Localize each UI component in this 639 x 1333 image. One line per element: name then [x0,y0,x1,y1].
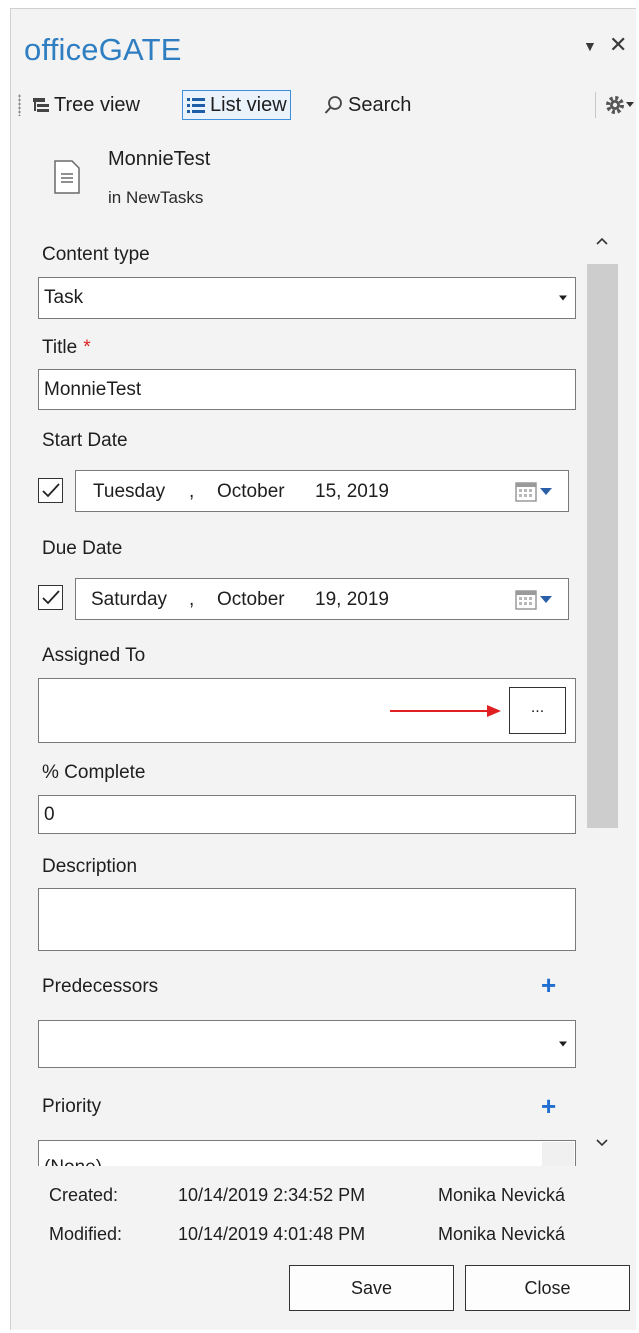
item-name: MonnieTest [108,148,211,170]
calendar-dropdown-icon[interactable] [515,589,563,611]
start-date-month: October [217,481,285,502]
tree-view-label: Tree view [54,93,140,116]
due-date-checkbox[interactable] [38,585,63,610]
title-input[interactable]: MonnieTest [38,369,576,410]
list-view-label: List view [210,93,287,116]
checkmark-icon [42,483,60,498]
checkmark-icon [42,590,60,605]
chevron-up-icon [596,237,608,245]
form-scrollbar[interactable] [583,222,621,1166]
tree-view-icon [33,98,49,112]
chevron-down-icon [559,295,567,301]
scrollbar-thumb[interactable] [587,264,618,828]
required-marker: * [83,337,91,358]
due-date-weekday: Saturday [91,589,168,610]
start-date-comma: , [189,481,195,502]
title-label-text: Title [42,337,78,358]
close-button[interactable]: Close [465,1265,630,1311]
document-icon [54,160,80,194]
list-view-button[interactable]: List view [182,90,291,120]
description-label: Description [42,856,138,877]
toolbar-separator [595,92,596,118]
priority-dropdown-button[interactable] [542,1142,574,1166]
content-type-value: Task [44,287,84,308]
chevron-down-icon [596,1139,608,1147]
browse-people-button[interactable]: ... [509,687,566,734]
start-date-day-year: 15, 2019 [315,481,389,502]
created-label: Created: [49,1185,119,1205]
modified-user: Monika Nevická [438,1224,566,1244]
content-type-label: Content type [42,244,150,265]
calendar-dropdown-icon[interactable] [515,481,563,503]
modified-label: Modified: [49,1224,123,1244]
priority-value: (None) [44,1157,102,1166]
app-title: officeGATE [24,32,182,67]
priority-select-clip: (None) [38,1140,576,1166]
due-date-month: October [217,589,285,610]
search-icon [324,96,342,114]
created-user: Monika Nevická [438,1185,566,1205]
gear-icon [606,96,624,114]
tree-view-button[interactable]: Tree view [28,90,144,120]
start-date-picker[interactable]: Tuesday , October 15, 2019 [75,470,569,512]
search-button[interactable]: Search [320,90,415,120]
due-date-label: Due Date [42,538,123,559]
search-label: Search [348,93,412,116]
start-date-checkbox[interactable] [38,478,63,503]
assigned-to-label: Assigned To [42,645,146,666]
priority-label: Priority [42,1096,102,1117]
title-label: Title * [42,337,91,359]
due-date-day-year: 19, 2019 [315,589,389,610]
add-predecessor-button[interactable]: + [541,970,556,1001]
percent-complete-value: 0 [44,803,55,825]
red-arrow-annotation [390,705,501,717]
start-date-weekday: Tuesday [93,481,166,502]
item-location: in NewTasks [108,188,204,207]
content-type-select[interactable]: Task [38,277,576,319]
view-toolbar: Tree view List view Search [18,88,634,122]
add-priority-button[interactable]: + [541,1091,556,1122]
percent-complete-input[interactable]: 0 [38,795,576,834]
chevron-down-icon [626,102,634,107]
created-datetime: 10/14/2019 2:34:52 PM [178,1185,366,1205]
due-date-picker[interactable]: Saturday , October 19, 2019 [75,578,569,620]
scroll-up-button[interactable] [583,222,621,260]
priority-select[interactable]: (None) [38,1140,576,1166]
percent-complete-label: % Complete [42,762,146,783]
predecessors-label: Predecessors [42,976,159,997]
scroll-down-button[interactable] [583,1124,621,1162]
modified-datetime: 10/14/2019 4:01:48 PM [178,1224,366,1244]
pane-close-button[interactable]: ✕ [609,32,627,58]
title-value: MonnieTest [44,378,142,400]
pane-menu-button[interactable]: ▼ [583,38,597,54]
task-edit-pane [10,8,636,1330]
due-date-comma: , [189,589,195,610]
save-button[interactable]: Save [289,1265,454,1311]
list-view-icon [187,98,205,113]
chevron-down-icon [559,1041,567,1047]
start-date-label: Start Date [42,430,128,451]
toolbar-grip[interactable] [18,94,21,116]
settings-button[interactable] [604,94,634,116]
description-textarea[interactable] [38,888,576,951]
predecessors-select[interactable] [38,1020,576,1068]
